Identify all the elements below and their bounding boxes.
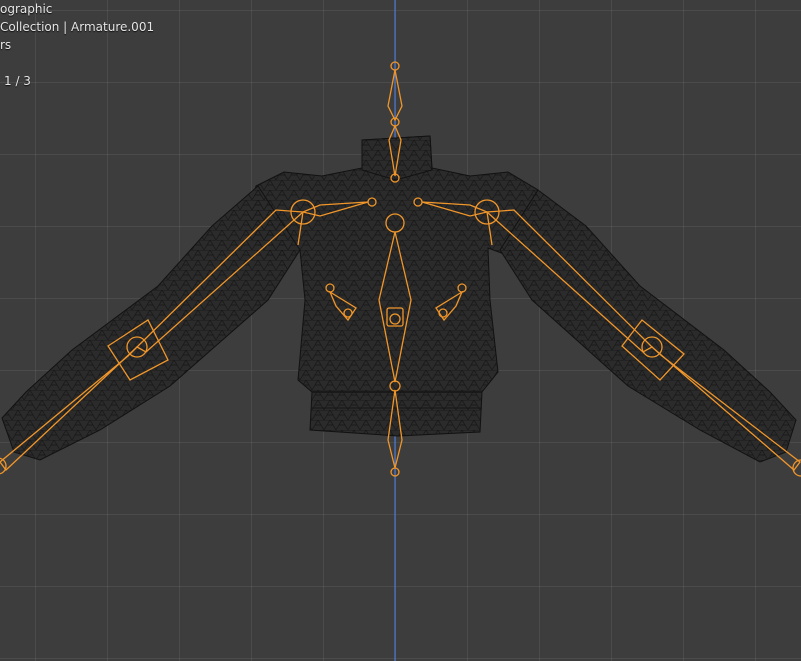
overlay-third-line: rs (0, 38, 12, 52)
viewport-canvas[interactable] (0, 0, 801, 661)
frame-counter: 1 / 3 (4, 74, 31, 88)
collection-object-text: Collection | Armature.001 (0, 20, 155, 34)
view-name-text: ographic (0, 2, 53, 16)
garment-mesh[interactable] (1, 135, 797, 463)
3d-viewport[interactable]: ographic Collection | Armature.001 rs 1 … (0, 0, 801, 661)
viewport-info-overlay: ographic Collection | Armature.001 rs (0, 0, 154, 54)
